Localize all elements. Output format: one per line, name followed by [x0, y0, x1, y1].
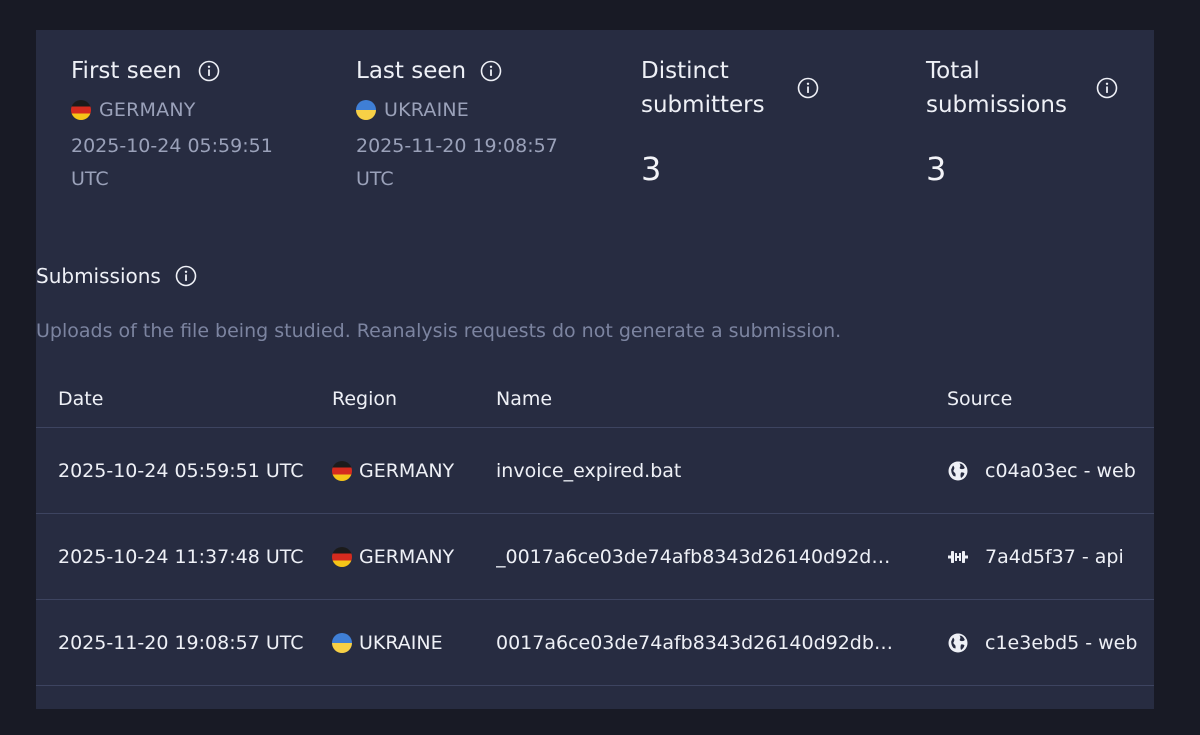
stat-title: Last seen: [356, 58, 467, 84]
cell-source: c04a03ec - web: [947, 428, 1136, 514]
info-icon[interactable]: [198, 60, 220, 82]
country-name: UKRAINE: [384, 99, 470, 121]
file-name[interactable]: _0017a6ce03de74afb8343d26140d92dbf…: [496, 546, 898, 568]
table-row[interactable]: 2025-11-20 19:08:57 UTC UKRAINE 0017a6ce…: [36, 600, 1154, 686]
country-name: GERMANY: [99, 99, 196, 121]
submissions-panel: First seen GERMANY 2025-10-24 05:59:51 U…: [36, 30, 1154, 709]
region-label: UKRAINE: [359, 632, 443, 654]
cell-name[interactable]: 0017a6ce03de74afb8343d26140d92dbf2…: [496, 600, 898, 686]
cell-source: 7a4d5f37 - api: [947, 514, 1124, 600]
stats-summary: First seen GERMANY 2025-10-24 05:59:51 U…: [71, 54, 1141, 234]
section-title: Submissions: [36, 264, 161, 288]
source-label: c1e3ebd5 - web: [985, 632, 1138, 654]
stat-country: GERMANY: [71, 98, 351, 122]
germany-flag-icon: [332, 461, 352, 481]
table-header: Date Region Name Source: [36, 370, 1154, 428]
cell-region: GERMANY: [332, 514, 454, 600]
table-row[interactable]: 2025-10-24 05:59:51 UTC GERMANY invoice_…: [36, 428, 1154, 514]
source-label: 7a4d5f37 - api: [985, 546, 1124, 568]
region-label: GERMANY: [359, 546, 455, 568]
stat-total-submissions: Total submissions 3: [926, 54, 1141, 188]
cell-source: c1e3ebd5 - web: [947, 600, 1137, 686]
info-icon[interactable]: [480, 60, 502, 82]
api-icon: [947, 546, 969, 568]
stat-title: Distinct submitters: [641, 58, 765, 118]
submissions-header: Submissions: [36, 264, 197, 288]
stat-value: 3: [641, 150, 662, 188]
column-header-name[interactable]: Name: [496, 388, 552, 410]
file-name[interactable]: invoice_expired.bat: [496, 460, 898, 482]
stat-country: UKRAINE: [356, 98, 636, 122]
germany-flag-icon: [71, 100, 91, 120]
stat-date: 2025-11-20 19:08:57 UTC: [356, 135, 558, 190]
ukraine-flag-icon: [332, 633, 352, 653]
ukraine-flag-icon: [356, 100, 376, 120]
stat-date: 2025-10-24 05:59:51 UTC: [71, 135, 273, 190]
stat-first-seen: First seen GERMANY 2025-10-24 05:59:51 U…: [71, 54, 351, 196]
cell-name[interactable]: _0017a6ce03de74afb8343d26140d92dbf…: [496, 514, 898, 600]
column-header-source[interactable]: Source: [947, 388, 1012, 410]
cell-date: 2025-11-20 19:08:57 UTC: [58, 632, 304, 654]
column-header-date[interactable]: Date: [58, 388, 103, 410]
info-icon[interactable]: [1096, 77, 1118, 99]
table-row[interactable]: 2025-10-24 11:37:48 UTC GERMANY _0017a6c…: [36, 514, 1154, 600]
submissions-table: Date Region Name Source 2025-10-24 05:59…: [36, 370, 1154, 686]
source-label: c04a03ec - web: [985, 460, 1136, 482]
globe-icon: [947, 632, 969, 654]
info-icon[interactable]: [175, 265, 197, 287]
cell-region: UKRAINE: [332, 600, 443, 686]
stat-last-seen: Last seen UKRAINE 2025-11-20 19:08:57 UT…: [356, 54, 636, 196]
region-label: GERMANY: [359, 460, 455, 482]
stat-distinct-submitters: Distinct submitters 3: [641, 54, 841, 188]
stat-title: Total submissions: [926, 58, 1067, 118]
stat-title: First seen: [71, 58, 182, 84]
stat-value: 3: [926, 150, 947, 188]
cell-date: 2025-10-24 05:59:51 UTC: [58, 460, 304, 482]
info-icon[interactable]: [797, 77, 819, 99]
section-description: Uploads of the file being studied. Reana…: [36, 320, 842, 342]
column-header-region[interactable]: Region: [332, 388, 397, 410]
globe-icon: [947, 460, 969, 482]
cell-name[interactable]: invoice_expired.bat: [496, 428, 898, 514]
cell-date: 2025-10-24 11:37:48 UTC: [58, 546, 304, 568]
germany-flag-icon: [332, 547, 352, 567]
file-name[interactable]: 0017a6ce03de74afb8343d26140d92dbf2…: [496, 632, 898, 654]
cell-region: GERMANY: [332, 428, 454, 514]
